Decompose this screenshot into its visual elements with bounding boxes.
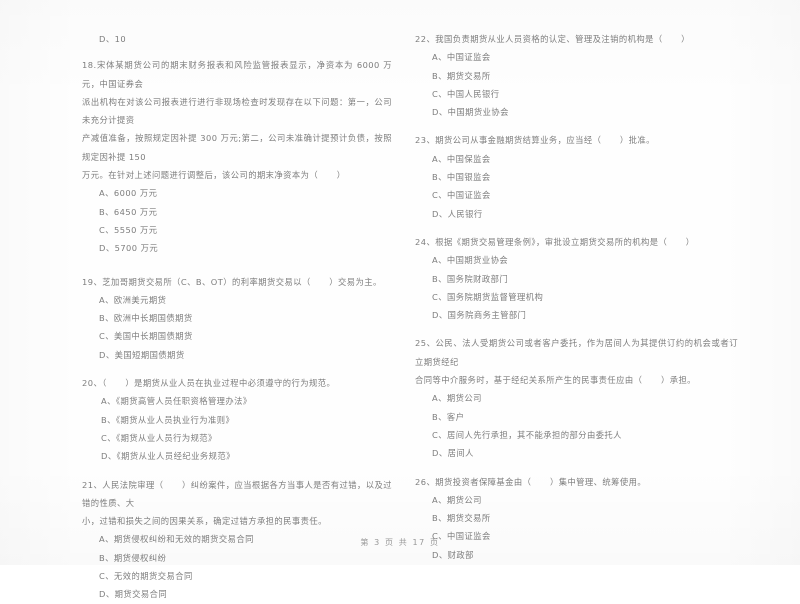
question-18: 18.宋体某期货公司的期末财务报表和风险监管报表显示，净资本为 6000 万元，…: [82, 56, 392, 257]
question-22: 22、我国负责期货从业人员资格的认定、管理及注销的机构是（ ） A、中国证监会 …: [415, 30, 738, 121]
question-23: 23、期货公司从事金融期货结算业务，应当经（ ）批准。 A、中国保监会 B、中国…: [415, 131, 738, 222]
question-21-option-b: B、期货侵权纠纷: [99, 552, 167, 563]
question-26: 26、期货投资者保障基金由（ ）集中管理、统筹使用。 A、期货公司 B、期货交易…: [415, 473, 738, 564]
question-21-option-d: D、期货交易合同: [99, 589, 168, 600]
question-22-option-c: C、中国人民银行: [432, 88, 500, 99]
question-19-option-b: B、欧洲中长期国债期货: [99, 313, 193, 324]
question-20-option-c: C、《期货从业人员行为规范》: [101, 432, 217, 443]
question-18-option-c: C、5550 万元: [99, 224, 158, 235]
question-25: 25、公民、法人受期货公司或者客户委托，作为居间人为其提供订约的机会或者订立期货…: [415, 334, 738, 462]
question-24-option-c: C、国务院期货监督管理机构: [432, 291, 544, 302]
question-22-option-b: B、期货交易所: [432, 70, 491, 81]
question-20-option-a: A、《期货高管人员任职资格管理办法》: [101, 396, 252, 407]
question-24-option-d: D、国务院商务主管部门: [432, 310, 527, 321]
question-26-option-b: B、期货交易所: [432, 513, 491, 524]
question-23-option-a: A、中国保监会: [432, 153, 491, 164]
question-20-option-d: D、《期货从业人员经纪业务规范》: [101, 451, 235, 462]
question-21-option-c: C、无效的期货交易合同: [99, 571, 193, 582]
question-25-option-c: C、居间人先行承担，其不能承担的部分由委托人: [432, 429, 622, 440]
left-column: D、10 18.宋体某期货公司的期末财务报表和风险监管报表显示，净资本为 600…: [0, 30, 400, 599]
question-19-stem: 19、芝加哥期货交易所（C、B、OT）的利率期货交易以（ ）交易为主。: [82, 276, 382, 287]
question-25-option-d: D、居间人: [432, 448, 474, 459]
question-19-option-c: C、美国中长期国债期货: [99, 331, 193, 342]
question-26-option-d: D、财政部: [432, 549, 474, 560]
question-19: 19、芝加哥期货交易所（C、B、OT）的利率期货交易以（ ）交易为主。 A、欧洲…: [82, 273, 392, 364]
question-18-option-d: D、5700 万元: [99, 243, 159, 254]
question-26-stem: 26、期货投资者保障基金由（ ）集中管理、统筹使用。: [415, 476, 647, 487]
question-25-option-a: A、期货公司: [432, 393, 482, 404]
question-21-stem: 21、人民法院审理（ ）纠纷案件，应当根据各方当事人是否有过错，以及过错的性质、…: [82, 479, 392, 527]
question-22-option-d: D、中国期货业协会: [432, 107, 509, 118]
question-18-option-a: A、6000 万元: [99, 188, 158, 199]
question-25-option-b: B、客户: [432, 411, 465, 422]
question-24-stem: 24、根据《期货交易管理条例》，审批设立期货交易所的机构是（ ）: [415, 236, 695, 247]
question-23-option-c: C、中国证监会: [432, 190, 491, 201]
exam-page: D、10 18.宋体某期货公司的期末财务报表和风险监管报表显示，净资本为 600…: [0, 0, 800, 599]
two-column-body: D、10 18.宋体某期货公司的期末财务报表和风险监管报表显示，净资本为 600…: [0, 30, 800, 599]
question-23-option-d: D、人民银行: [432, 208, 483, 219]
question-23-stem: 23、期货公司从事金融期货结算业务，应当经（ ）批准。: [415, 135, 655, 146]
question-24-option-a: A、中国期货业协会: [432, 255, 509, 266]
right-column: 22、我国负责期货从业人员资格的认定、管理及注销的机构是（ ） A、中国证监会 …: [400, 30, 800, 560]
question-24: 24、根据《期货交易管理条例》，审批设立期货交易所的机构是（ ） A、中国期货业…: [415, 233, 738, 324]
question-20-option-b: B、《期货从业人员执业行为准则》: [101, 414, 235, 425]
question-22-option-a: A、中国证监会: [432, 52, 491, 63]
question-23-option-b: B、中国银监会: [432, 172, 491, 183]
question-18-stem: 18.宋体某期货公司的期末财务报表和风险监管报表显示，净资本为 6000 万元，…: [82, 60, 392, 181]
question-20: 20、（ ）是期货从业人员在执业过程中必须遵守的行为规范。 A、《期货高管人员任…: [82, 374, 392, 465]
question-24-option-b: B、国务院财政部门: [432, 273, 509, 284]
question-19-option-d: D、美国短期国债期货: [99, 349, 185, 360]
question-25-stem: 25、公民、法人受期货公司或者客户委托，作为居间人为其提供订约的机会或者订立期货…: [415, 338, 738, 386]
page-footer: 第 3 页 共 17 页: [360, 538, 440, 547]
question-19-option-a: A、欧洲美元期货: [99, 294, 167, 305]
question-26-option-a: A、期货公司: [432, 494, 482, 505]
question-20-stem: 20、（ ）是期货从业人员在执业过程中必须遵守的行为规范。: [82, 378, 336, 389]
orphan-option-d: D、10: [99, 34, 127, 44]
question-18-option-b: B、6450 万元: [99, 206, 158, 217]
question-22-stem: 22、我国负责期货从业人员资格的认定、管理及注销的机构是（ ）: [415, 34, 690, 44]
